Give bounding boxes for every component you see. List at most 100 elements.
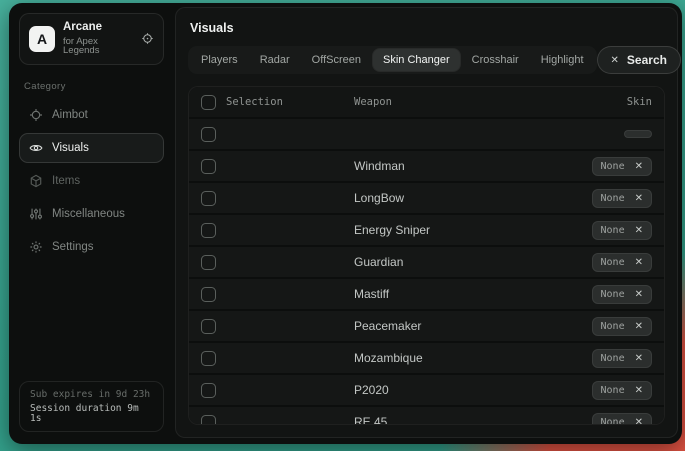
column-header-selection: Selection <box>226 96 344 108</box>
weapon-skin-table: Selection Weapon Skin <box>188 86 665 425</box>
weapon-name: P2020 <box>354 383 582 397</box>
table-row: LongBow None ✕ <box>189 183 664 213</box>
weapon-name: Energy Sniper <box>354 223 582 237</box>
tab-skin-changer[interactable]: Skin Changer <box>373 49 460 71</box>
weapon-name: LongBow <box>354 191 582 205</box>
app-subtitle: for Apex Legends <box>63 37 133 56</box>
row-checkbox[interactable] <box>201 319 216 334</box>
sidebar-item-label: Visuals <box>52 142 89 154</box>
cube-icon <box>29 174 43 188</box>
target-icon[interactable] <box>141 32 154 45</box>
skin-badge[interactable]: None ✕ <box>592 221 652 240</box>
select-all-checkbox[interactable] <box>201 95 216 110</box>
search-button-label: Search <box>627 53 667 67</box>
skin-clear-icon: ✕ <box>635 225 643 236</box>
skin-badge[interactable]: None ✕ <box>592 317 652 336</box>
row-checkbox[interactable] <box>201 159 216 174</box>
table-row <box>189 119 664 149</box>
skin-badge-label: None <box>601 353 625 364</box>
skin-badge[interactable]: None ✕ <box>592 285 652 304</box>
skin-clear-icon: ✕ <box>635 353 643 364</box>
weapon-name: Mastiff <box>354 287 582 301</box>
tab-highlight[interactable]: Highlight <box>531 49 594 71</box>
row-checkbox[interactable] <box>201 287 216 302</box>
search-x-icon: ✕ <box>611 55 619 66</box>
row-checkbox[interactable] <box>201 351 216 366</box>
skin-badge[interactable]: None ✕ <box>592 381 652 400</box>
main-panel: Visuals Players Radar OffScreen Skin Cha… <box>175 7 678 438</box>
skin-badge-label: None <box>601 321 625 332</box>
row-checkbox[interactable] <box>201 255 216 270</box>
gear-icon <box>29 240 43 254</box>
skin-badge-label: None <box>601 193 625 204</box>
skin-badge-label: None <box>601 417 625 426</box>
skin-clear-icon: ✕ <box>635 321 643 332</box>
category-label: Category <box>24 81 159 92</box>
sidebar-item-label: Settings <box>52 241 94 253</box>
skin-badge-label: None <box>601 289 625 300</box>
tab-players[interactable]: Players <box>191 49 248 71</box>
app-logo: A <box>29 26 55 52</box>
tab-group: Players Radar OffScreen Skin Changer Cro… <box>188 46 597 74</box>
weapon-name: Peacemaker <box>354 319 582 333</box>
row-checkbox[interactable] <box>201 383 216 398</box>
table-body: Windman None ✕ LongBow None ✕ <box>189 117 664 425</box>
skin-badge-label: None <box>601 385 625 396</box>
sidebar-item-label: Miscellaneous <box>52 208 125 220</box>
tab-crosshair[interactable]: Crosshair <box>462 49 529 71</box>
sub-expiry-text: Sub expires in 9d 23h <box>30 390 153 400</box>
row-checkbox[interactable] <box>201 127 216 142</box>
weapon-name: Windman <box>354 159 582 173</box>
skin-clear-icon: ✕ <box>635 257 643 268</box>
skin-badge-label: None <box>601 161 625 172</box>
table-row: Peacemaker None ✕ <box>189 311 664 341</box>
skin-clear-icon: ✕ <box>635 417 643 426</box>
tab-bar: Players Radar OffScreen Skin Changer Cro… <box>188 46 665 74</box>
sidebar-item-settings[interactable]: Settings <box>19 232 164 262</box>
skin-badge-label: None <box>601 257 625 268</box>
column-header-weapon: Weapon <box>354 96 617 108</box>
skin-clear-icon: ✕ <box>635 161 643 172</box>
app-title: Arcane <box>63 22 133 34</box>
table-row: Mozambique None ✕ <box>189 343 664 373</box>
skin-clear-icon: ✕ <box>635 289 643 300</box>
table-row: P2020 None ✕ <box>189 375 664 405</box>
skin-clear-icon: ✕ <box>635 193 643 204</box>
skin-badge-label: None <box>601 225 625 236</box>
crosshair-icon <box>29 108 43 122</box>
sidebar-item-miscellaneous[interactable]: Miscellaneous <box>19 199 164 229</box>
session-duration-text: Session duration 9m 1s <box>30 404 153 423</box>
tab-radar[interactable]: Radar <box>250 49 300 71</box>
skin-badge[interactable]: None ✕ <box>592 413 652 426</box>
weapon-name: Mozambique <box>354 351 582 365</box>
table-row: Energy Sniper None ✕ <box>189 215 664 245</box>
sidebar-item-aimbot[interactable]: Aimbot <box>19 100 164 130</box>
table-row: Mastiff None ✕ <box>189 279 664 309</box>
subscription-info: Sub expires in 9d 23h Session duration 9… <box>19 381 164 433</box>
desktop-background: A Arcane for Apex Legends Category <box>0 0 685 451</box>
app-window: A Arcane for Apex Legends Category <box>9 3 682 444</box>
eye-icon <box>29 141 43 155</box>
skin-clear-icon: ✕ <box>635 385 643 396</box>
weapon-name: RE 45 <box>354 415 582 425</box>
row-checkbox[interactable] <box>201 415 216 426</box>
tab-offscreen[interactable]: OffScreen <box>302 49 371 71</box>
sidebar-item-items[interactable]: Items <box>19 166 164 196</box>
weapon-name: Guardian <box>354 255 582 269</box>
skin-badge[interactable]: None ✕ <box>592 253 652 272</box>
table-row: Guardian None ✕ <box>189 247 664 277</box>
column-header-skin: Skin <box>627 96 652 108</box>
row-checkbox[interactable] <box>201 191 216 206</box>
page-title: Visuals <box>190 21 663 35</box>
search-button[interactable]: ✕ Search <box>597 46 681 74</box>
skin-badge[interactable]: None ✕ <box>592 189 652 208</box>
sidebar-item-label: Items <box>52 175 80 187</box>
sliders-icon <box>29 207 43 221</box>
skin-badge[interactable]: None ✕ <box>592 349 652 368</box>
skin-badge[interactable] <box>624 130 652 138</box>
skin-badge[interactable]: None ✕ <box>592 157 652 176</box>
sidebar: A Arcane for Apex Legends Category <box>9 3 174 444</box>
sidebar-item-visuals[interactable]: Visuals <box>19 133 164 163</box>
row-checkbox[interactable] <box>201 223 216 238</box>
table-row: RE 45 None ✕ <box>189 407 664 425</box>
